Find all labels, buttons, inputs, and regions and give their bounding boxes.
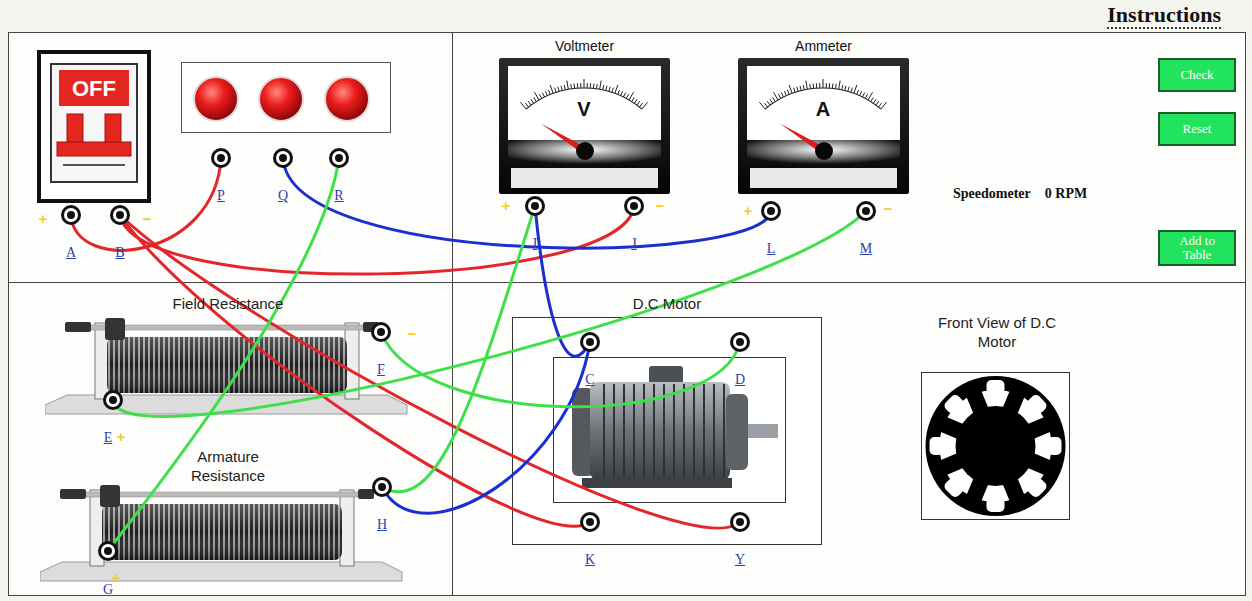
circuit-breaker[interactable]: OFF [37, 50, 151, 203]
terminal-label[interactable]: I [533, 236, 538, 252]
polarity-sign: + [117, 429, 126, 445]
front-view-title: Front View of D.C Motor [922, 313, 1072, 351]
polarity-sign: − [143, 211, 152, 227]
terminal[interactable] [110, 205, 130, 225]
polarity-sign: − [408, 326, 417, 342]
terminal-label[interactable]: Q [278, 188, 288, 204]
polarity-sign: − [884, 201, 893, 217]
terminal[interactable] [371, 322, 391, 342]
motor-title: D.C Motor [512, 295, 822, 313]
terminal-label[interactable]: B [115, 245, 124, 261]
terminal[interactable] [525, 196, 545, 216]
terminal[interactable] [211, 148, 231, 168]
wire [382, 342, 590, 513]
speedometer: Speedometer 0 RPM [953, 186, 1087, 202]
top-bar: Instructions [0, 0, 1252, 32]
meter-title: Voltmeter [555, 37, 614, 58]
terminal-label[interactable]: M [860, 241, 872, 257]
terminal-label[interactable]: H [377, 517, 387, 533]
wire [108, 158, 339, 551]
meter: Ammeter A [738, 37, 909, 194]
wire [120, 215, 740, 528]
wire [535, 206, 590, 356]
terminal-label[interactable]: K [585, 552, 595, 568]
button-group: Check Reset Add to Table [1158, 58, 1236, 266]
indicator-lamp [194, 77, 238, 121]
indicator-lamps [181, 62, 391, 133]
terminal[interactable] [329, 148, 349, 168]
action-button[interactable]: Reset [1158, 112, 1236, 146]
wire [120, 215, 590, 526]
terminal-label[interactable]: A [66, 245, 76, 261]
terminal[interactable] [624, 196, 644, 216]
terminal[interactable] [856, 201, 876, 221]
terminal[interactable] [580, 332, 600, 352]
terminal-label[interactable]: C [585, 372, 594, 388]
motor-front-icon [922, 373, 1069, 519]
terminal-label[interactable]: Y [735, 552, 745, 568]
wire [113, 211, 866, 416]
lab-board: OFF Voltmeter V Ammeter A Field Resistance Arm… [8, 32, 1246, 596]
speedometer-label: Speedometer [953, 186, 1031, 202]
instructions-link[interactable]: Instructions [1107, 3, 1221, 28]
lab-window: Instructions OFF Voltmeter V Ammeter A Field R… [0, 0, 1252, 601]
indicator-lamp [259, 77, 303, 121]
meter: Voltmeter V [499, 37, 670, 194]
indicator-lamp [325, 77, 369, 121]
svg-text:A: A [816, 98, 830, 120]
terminal[interactable] [580, 512, 600, 532]
terminal[interactable] [761, 201, 781, 221]
front-view [921, 372, 1070, 520]
terminal-label[interactable]: J [631, 236, 636, 252]
action-button[interactable]: Add to Table [1158, 230, 1236, 266]
rheostat[interactable] [40, 482, 405, 582]
terminal-label[interactable]: G [103, 582, 113, 598]
terminal[interactable] [98, 541, 118, 561]
svg-text:OFF: OFF [72, 76, 116, 101]
svg-text:V: V [577, 98, 591, 120]
polarity-sign: + [112, 570, 121, 586]
action-button[interactable]: Check [1158, 58, 1236, 92]
dc-motor [512, 317, 822, 545]
terminal-label[interactable]: R [334, 188, 343, 204]
terminal-label[interactable]: L [767, 241, 776, 257]
polarity-sign: + [502, 198, 511, 214]
terminal-label[interactable]: F [377, 362, 385, 378]
terminal[interactable] [103, 390, 123, 410]
terminal-label[interactable]: P [217, 188, 225, 204]
wire [71, 158, 221, 250]
polarity-sign: + [39, 211, 48, 227]
wire [381, 332, 740, 407]
polarity-sign: + [744, 203, 753, 219]
terminal[interactable] [61, 205, 81, 225]
meter-title: Ammeter [795, 37, 852, 58]
divider [9, 282, 1245, 283]
polarity-sign: − [656, 198, 665, 214]
terminal-label[interactable]: E [104, 430, 113, 446]
meter-dial: V [499, 58, 670, 194]
divider [452, 33, 453, 595]
wire [120, 206, 634, 274]
terminal[interactable] [730, 332, 750, 352]
wire [283, 158, 771, 248]
wire [382, 206, 535, 492]
terminal[interactable] [273, 148, 293, 168]
meter-dial: A [738, 58, 909, 194]
rheostat-title: Armature Resistance [173, 447, 283, 485]
terminal[interactable] [730, 512, 750, 532]
rheostat[interactable] [45, 315, 410, 415]
terminal-label[interactable]: D [735, 372, 745, 388]
rheostat-title: Field Resistance [123, 294, 333, 313]
speedometer-reading: 0 RPM [1045, 186, 1087, 202]
terminal[interactable] [372, 477, 392, 497]
